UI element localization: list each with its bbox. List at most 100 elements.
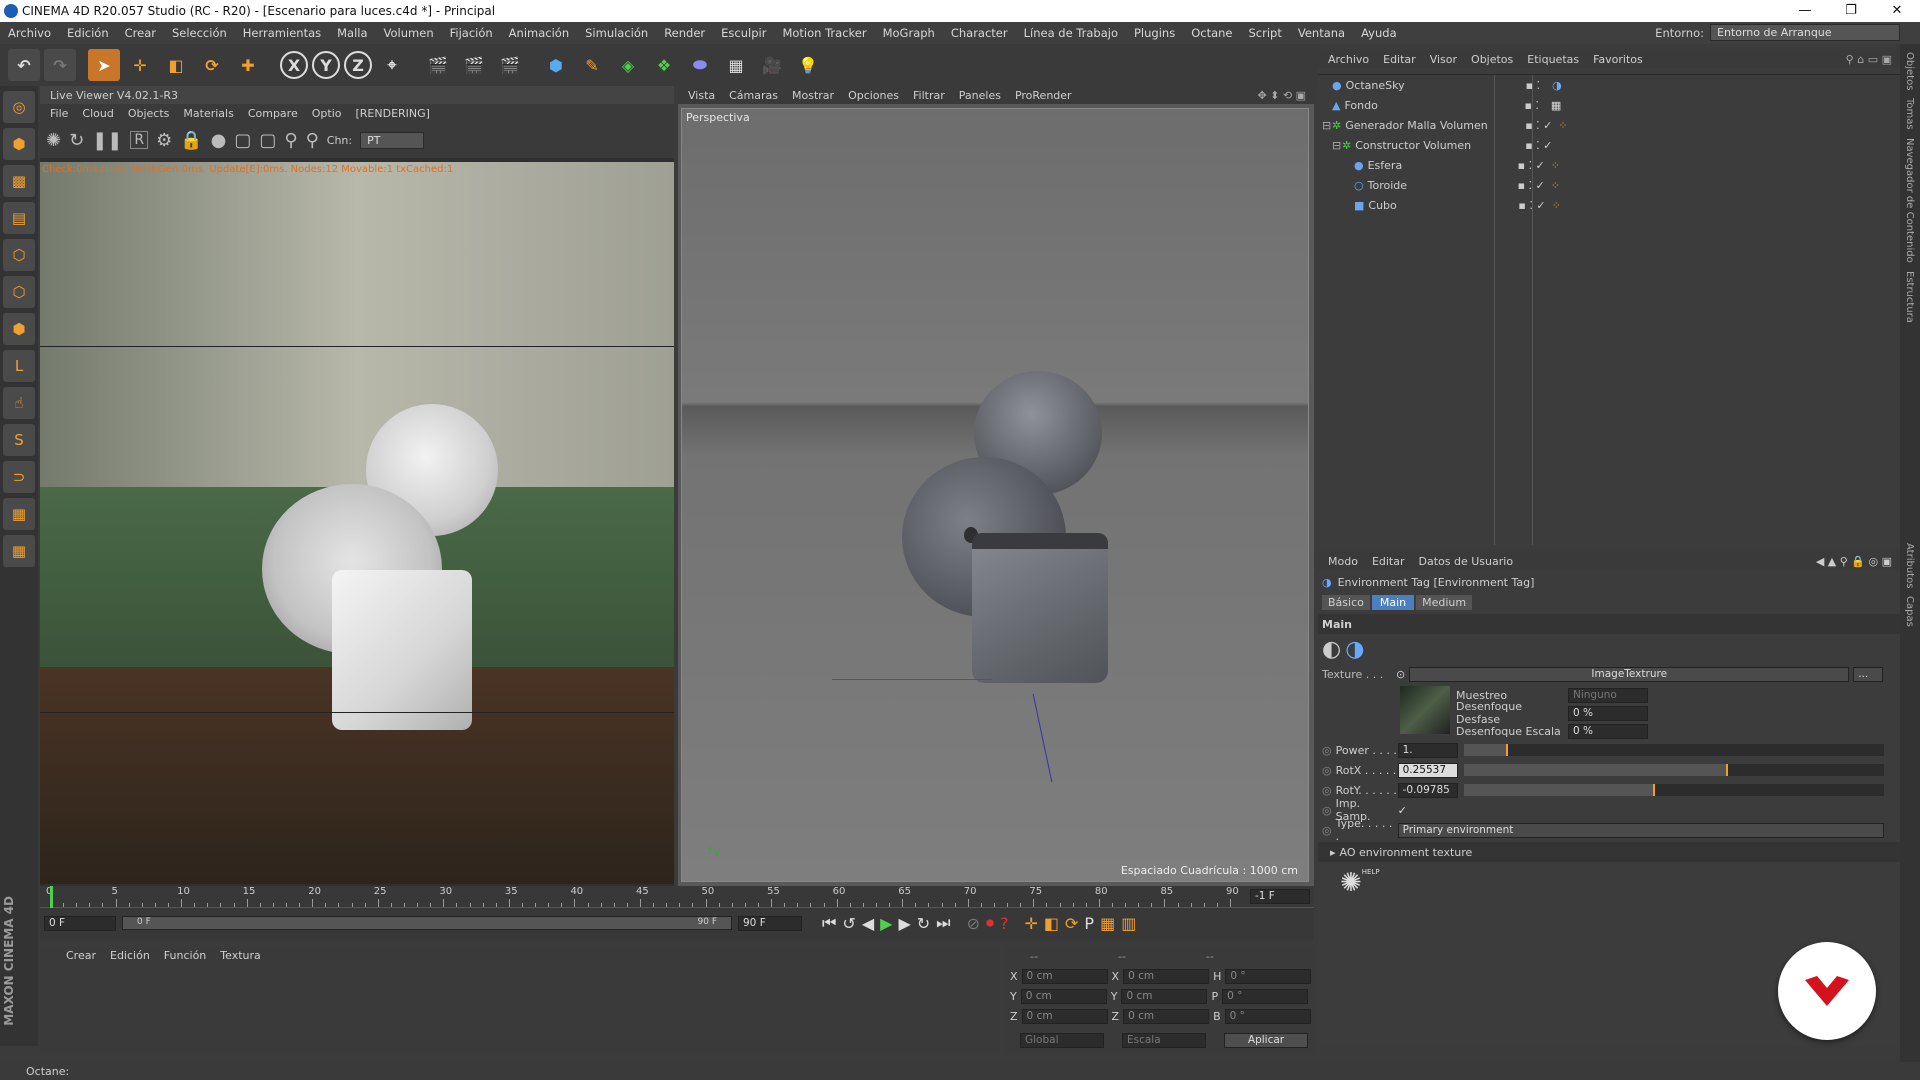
grid-snap-icon[interactable]: ▦ xyxy=(3,535,35,567)
tab-tomas[interactable]: Tomas xyxy=(1904,98,1915,130)
timeline-layout-icon[interactable]: ▥ xyxy=(1121,914,1136,933)
desfase-field[interactable]: 0 % xyxy=(1568,705,1648,721)
maximize-button[interactable]: ❐ xyxy=(1828,0,1874,22)
attr-menu-editar[interactable]: Editar xyxy=(1372,555,1405,568)
menu-simulacion[interactable]: Simulación xyxy=(577,26,656,40)
snap-icon[interactable]: S xyxy=(3,424,35,456)
menu-character[interactable]: Character xyxy=(943,26,1016,40)
timeline-ruler[interactable]: 051015202530354045505560657075808590 xyxy=(40,886,1314,908)
visibility-icon[interactable]: ▪ ⁚ xyxy=(1526,79,1540,92)
pause-icon[interactable]: ❚❚ xyxy=(92,130,122,151)
edges-mode-icon[interactable]: ⬡ xyxy=(3,276,35,308)
overlay-logo-button[interactable] xyxy=(1778,942,1876,1040)
menu-malla[interactable]: Malla xyxy=(329,26,375,40)
z-axis-icon[interactable]: Z xyxy=(344,51,372,79)
object-row-esfera[interactable]: ● Esfera ▪ ⁚ ✓ ⁘ xyxy=(1318,155,1900,175)
region-render-icon[interactable]: R xyxy=(130,131,149,149)
om-menu-visor[interactable]: Visor xyxy=(1430,53,1457,66)
rotate-tool-icon[interactable]: ⟳ xyxy=(196,49,228,81)
lv-menu-materials[interactable]: Materials xyxy=(183,107,233,120)
texture-link-icon[interactable]: ⊙ xyxy=(1396,668,1405,681)
attr-menu-modo[interactable]: Modo xyxy=(1328,555,1358,568)
menu-fijacion[interactable]: Fijación xyxy=(442,26,501,40)
position-x-field[interactable]: 0 cm xyxy=(1021,968,1108,984)
live-render-image[interactable] xyxy=(40,162,674,884)
visibility-icon[interactable]: ▪ ⁚ ✓ xyxy=(1518,199,1545,212)
lock-workplane-icon[interactable]: ▦ xyxy=(3,498,35,530)
workplane-icon[interactable]: ▤ xyxy=(3,202,35,234)
menu-esculpir[interactable]: Esculpir xyxy=(713,26,774,40)
environment-tag-icon[interactable]: ◑ xyxy=(1552,79,1562,92)
pick-focus-icon[interactable]: ⚲ xyxy=(284,130,297,151)
type-dropdown[interactable]: Primary environment xyxy=(1397,822,1884,838)
redo-icon[interactable]: ↷ xyxy=(44,49,76,81)
spline-pen-icon[interactable]: ✎ xyxy=(576,49,608,81)
tab-basico[interactable]: Básico xyxy=(1322,594,1370,610)
tab-estructura[interactable]: Estructura xyxy=(1904,271,1915,323)
roty-field[interactable]: -0.09785 xyxy=(1397,782,1458,798)
go-to-start-icon[interactable]: ⏮ xyxy=(822,913,836,933)
attr-nav-icons[interactable]: ◀ ▲ ⚲ 🔒 ◎ ▣ xyxy=(1816,555,1892,568)
current-frame-end-field[interactable]: -1 F xyxy=(1250,889,1310,904)
rotx-slider[interactable] xyxy=(1463,764,1884,776)
viewport-nav-icons[interactable]: ✥ ⬍ ⟲ ▣ xyxy=(1257,89,1306,102)
phong-tag-icon[interactable]: ⁘ xyxy=(1552,199,1561,212)
collapse-icon[interactable]: ⊟ xyxy=(1322,119,1332,132)
position-y-field[interactable]: 0 cm xyxy=(1020,988,1107,1004)
next-key-icon[interactable]: ↻ xyxy=(917,914,930,933)
playhead[interactable] xyxy=(50,886,53,908)
play-icon[interactable]: ▶ xyxy=(880,914,892,933)
type-anim-icon[interactable]: ◎ xyxy=(1322,824,1332,837)
close-button[interactable]: ✕ xyxy=(1874,0,1920,22)
visibility-icon[interactable]: ▪ ⁚ xyxy=(1524,99,1538,112)
menu-crear[interactable]: Crear xyxy=(117,26,164,40)
lv-menu-compare[interactable]: Compare xyxy=(248,107,298,120)
vp-menu-mostrar[interactable]: Mostrar xyxy=(792,89,834,102)
octane-help-icon[interactable]: ✺ xyxy=(1340,868,1362,898)
tab-capas[interactable]: Capas xyxy=(1904,596,1915,627)
om-search-icon[interactable]: ⚲ ⌂ ▭ ▣ xyxy=(1846,53,1892,66)
preset-icon[interactable]: ◐ xyxy=(1322,637,1341,662)
select-tool-icon[interactable]: ➤ xyxy=(88,49,120,81)
tab-navegador[interactable]: Navegador de Contenido xyxy=(1904,138,1915,263)
motion-record-icon[interactable]: ⊘ xyxy=(967,914,980,933)
transform-tool-icon[interactable]: ✚ xyxy=(232,49,264,81)
mat-menu-edicion[interactable]: Edición xyxy=(110,949,150,962)
coord-size-mode-dropdown[interactable]: Escala xyxy=(1122,1032,1206,1048)
roty-anim-icon[interactable]: ◎ xyxy=(1322,784,1332,797)
texture-thumbnail[interactable] xyxy=(1400,686,1450,734)
menu-archivo[interactable]: Archivo xyxy=(0,26,59,40)
texture-more-button[interactable]: ... xyxy=(1853,666,1884,682)
position-z-field[interactable]: 0 cm xyxy=(1021,1008,1108,1024)
render-view-icon[interactable]: 🎬 xyxy=(422,49,454,81)
clay-mode-icon[interactable]: ▢ xyxy=(234,130,251,151)
phong-tag-icon[interactable]: ⁘ xyxy=(1558,119,1567,132)
lv-menu-file[interactable]: File xyxy=(50,107,68,120)
menu-motion-tracker[interactable]: Motion Tracker xyxy=(774,26,874,40)
object-row-cubo[interactable]: ■ Cubo ▪ ⁚ ✓ ⁘ xyxy=(1318,195,1900,215)
om-menu-objetos[interactable]: Objetos xyxy=(1471,53,1513,66)
escala-field[interactable]: 0 % xyxy=(1568,723,1648,739)
power-anim-icon[interactable]: ◎ xyxy=(1322,744,1332,757)
phong-tag-icon[interactable]: ⁘ xyxy=(1551,159,1560,172)
checker-tag-icon[interactable]: ▦ xyxy=(1551,99,1561,112)
undo-icon[interactable]: ↶ xyxy=(8,49,40,81)
visibility-icon[interactable]: ▪ ⁚ ✓ xyxy=(1518,179,1545,192)
menu-volumen[interactable]: Volumen xyxy=(376,26,442,40)
size-y-field[interactable]: 0 cm xyxy=(1121,988,1208,1004)
autokey-icon[interactable]: ? xyxy=(1000,914,1009,933)
tab-atributos[interactable]: Atributos xyxy=(1904,543,1915,588)
roty-slider[interactable] xyxy=(1463,784,1884,796)
go-to-end-icon[interactable]: ⏭ xyxy=(936,913,950,933)
subdivision-icon[interactable]: ◈ xyxy=(612,49,644,81)
end-frame-field[interactable]: 90 F xyxy=(738,915,802,931)
texture-button[interactable]: ImageTextrure xyxy=(1409,666,1850,682)
menu-animacion[interactable]: Animación xyxy=(501,26,577,40)
coord-mode-dropdown[interactable]: Global xyxy=(1020,1032,1104,1048)
minimize-button[interactable]: — xyxy=(1782,0,1828,22)
attr-menu-datos[interactable]: Datos de Usuario xyxy=(1419,555,1514,568)
record-icon[interactable]: ⏺ xyxy=(986,913,994,933)
size-z-field[interactable]: 0 cm xyxy=(1123,1008,1210,1024)
apply-button[interactable]: Aplicar xyxy=(1224,1032,1308,1048)
imp-anim-icon[interactable]: ◎ xyxy=(1322,804,1332,817)
